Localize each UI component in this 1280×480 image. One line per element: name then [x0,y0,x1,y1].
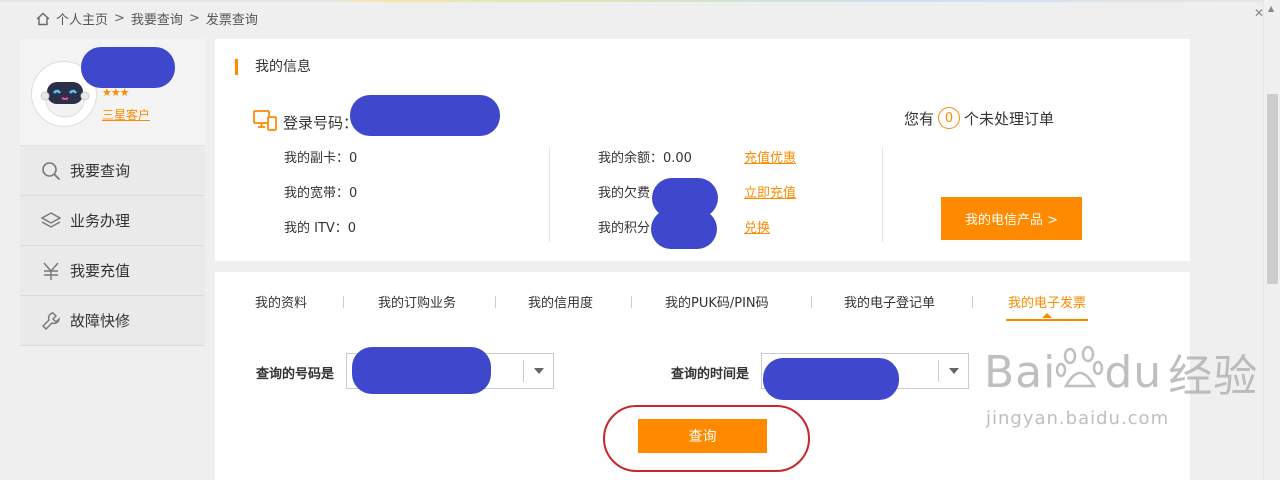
sidebar-item-repair[interactable]: 故障快修 [20,296,205,346]
wrench-icon [40,310,62,332]
sidebar-item-label: 故障快修 [70,312,131,330]
tab-credit[interactable]: 我的信用度 [528,292,593,311]
pending-suffix: 个未处理订单 [964,109,1055,128]
breadcrumb-query[interactable]: 我要查询 [131,9,183,28]
pending-orders: 您有 0 个未处理订单 [904,107,1054,129]
recharge-now-link[interactable]: 立即充值 [744,186,796,201]
sidebar-item-label: 业务办理 [70,212,131,230]
my-info-card: 我的信息 登录号码： 我的副卡：0 我的宽带：0 我的 ITV：0 我的余额：0… [215,39,1190,261]
redacted-query-number [352,347,491,394]
balance-value: 我的余额：0.00 [598,151,692,166]
watermark-bai: Bai [984,346,1057,398]
yuan-icon [40,260,62,282]
scrollbar[interactable]: ▲ [1263,0,1280,480]
paw-icon [1056,345,1104,396]
broadband-count: 我的宽带：0 [284,186,358,201]
breadcrumb-home[interactable]: 个人主页 [56,9,108,28]
baidu-watermark: Bai du 经验 jingyan.baidu.com [984,340,1258,429]
breadcrumb-current: 发票查询 [205,13,258,28]
itv-count: 我的 ITV：0 [284,221,357,236]
breadcrumb-separator: > [114,11,125,26]
account-summary-left: 我的副卡：0 我的宽带：0 我的 ITV：0 [284,141,357,246]
top-stripe [0,0,1280,2]
query-time-label: 查询的时间是 [671,367,750,382]
tab-separator [495,296,496,308]
card-title: 我的信息 [235,59,311,75]
search-icon [40,160,62,182]
tab-puk-pin[interactable]: 我的PUK码/PIN码 [665,292,769,311]
tab-bar: 我的资料 我的订购业务 我的信用度 我的PUK码/PIN码 我的电子登记单 我的… [215,272,1190,324]
breadcrumb-separator: > [188,11,200,26]
home-icon[interactable] [36,12,50,26]
redacted-points [651,209,717,249]
tab-my-profile[interactable]: 我的资料 [255,292,307,311]
breadcrumb: 个人主页 > 我要查询 > 发票查询 [36,9,258,28]
query-number-label: 查询的号码是 [256,367,335,382]
redacted-login-number [350,95,500,136]
sidebar-item-label: 我要充值 [70,262,131,280]
tab-e-registration[interactable]: 我的电子登记单 [844,292,935,311]
query-button[interactable]: 查询 [638,419,767,453]
tab-separator [631,296,632,308]
profile-panel: ★★★ 三星客户 [20,39,205,146]
sub-card-count: 我的副卡：0 [284,151,358,166]
watermark-du: du [1104,346,1163,398]
my-products-button[interactable]: 我的电信产品 > [941,197,1082,240]
divider [549,147,550,242]
divider [882,147,883,242]
redacted-username [81,47,175,88]
login-number-label: 登录号码： [283,113,359,132]
tab-separator [811,296,812,308]
rating-stars: ★★★ [102,86,130,99]
login-number-row: 登录号码： [253,109,358,135]
scroll-thumb[interactable] [1267,94,1278,284]
tab-subscriptions[interactable]: 我的订购业务 [378,292,456,311]
account-links: 充值优惠 立即充值 兑换 [744,141,796,246]
redeem-link[interactable]: 兑换 [744,221,770,236]
watermark-url: jingyan.baidu.com [986,408,1170,429]
redacted-query-time [763,358,899,400]
tab-separator [972,296,973,308]
watermark-jingyan: 经验 [1168,351,1259,402]
sidebar-item-query[interactable]: 我要查询 [20,146,205,196]
chevron-down-icon[interactable] [938,360,968,382]
chevron-down-icon[interactable] [523,360,553,382]
tab-e-invoice[interactable]: 我的电子发票 [1005,292,1089,321]
pending-count[interactable]: 0 [938,107,961,129]
sidebar-item-business[interactable]: 业务办理 [20,196,205,246]
recharge-offer-link[interactable]: 充值优惠 [744,151,796,166]
scroll-up-icon[interactable]: ▲ [1268,4,1274,13]
layers-icon [40,210,62,232]
sidebar-item-label: 我要查询 [70,162,131,180]
sidebar: ★★★ 三星客户 我要查询 业务办理 我要充值 故障快修 [20,39,205,346]
devices-icon [253,109,277,135]
sidebar-item-recharge[interactable]: 我要充值 [20,246,205,296]
tab-separator [343,296,344,308]
pending-prefix: 您有 [904,109,935,128]
customer-level-link[interactable]: 三星客户 [102,106,150,123]
